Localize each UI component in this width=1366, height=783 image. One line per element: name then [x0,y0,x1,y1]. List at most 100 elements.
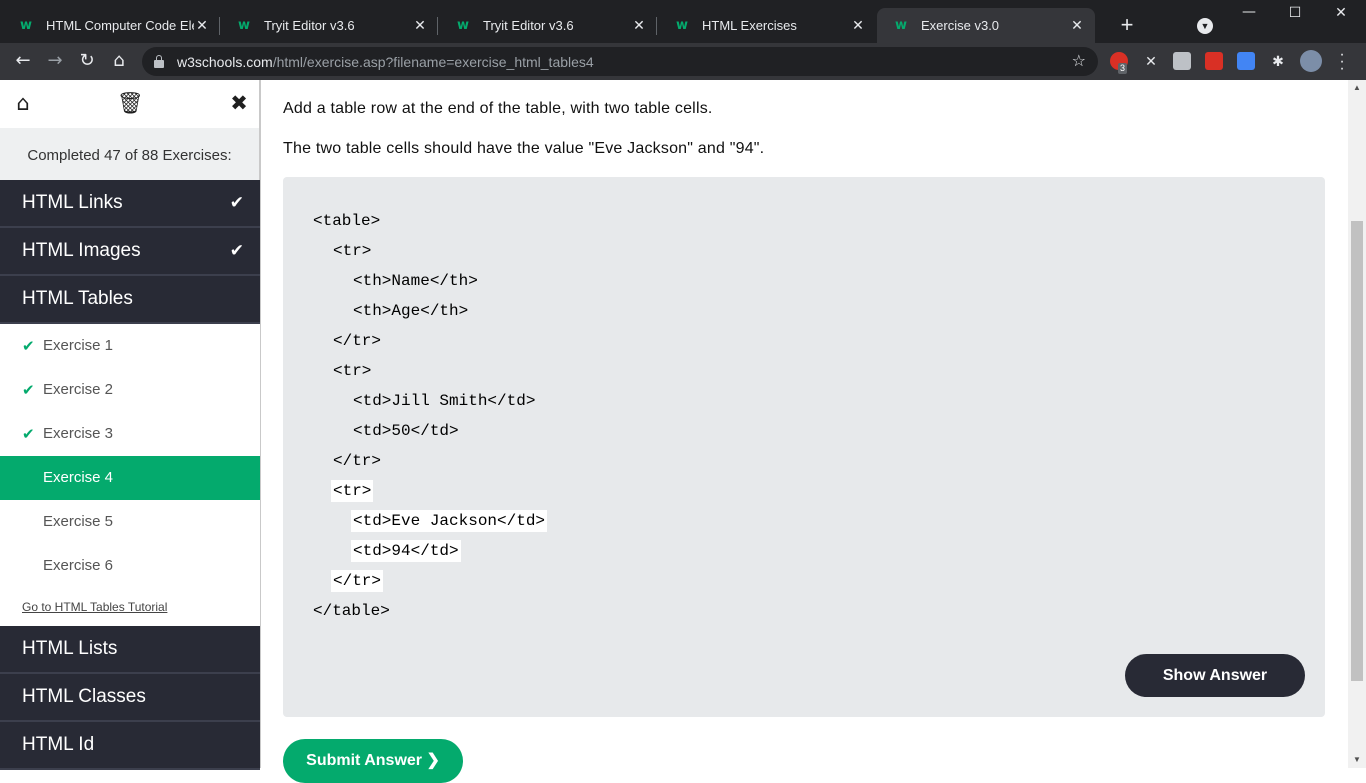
browser-tab[interactable]: w Tryit Editor v3.6 ✕ [220,8,438,43]
close-icon[interactable]: ✕ [850,17,866,34]
code-line: </tr> [333,452,382,470]
category-label: HTML Lists [22,638,118,659]
close-icon[interactable]: ✕ [1069,17,1085,34]
category-label: HTML Classes [22,686,146,707]
exercise-label: Exercise 2 [43,381,114,398]
category-label: HTML Id [22,734,95,755]
lock-icon [154,54,164,68]
browser-tab-strip: w HTML Computer Code Eleme ✕ w Tryit Edi… [0,0,1366,43]
w3schools-icon: w [238,18,251,33]
w3schools-icon: w [20,18,33,33]
scroll-down-icon[interactable]: ▼ [1348,752,1366,768]
checkmark-icon: ✔ [229,241,244,261]
checkmark-icon: ✔ [22,337,35,355]
progress-text: Completed 47 of 88 Exercises: [0,128,260,180]
answer-input-field[interactable]: <td>Eve Jackson</td> [351,510,548,532]
kebab-menu-icon[interactable]: · · · [1335,47,1349,77]
extension-icon[interactable] [1205,52,1223,70]
home-icon[interactable]: ⌂ [107,49,131,73]
close-icon[interactable]: ✕ [631,17,647,34]
browser-tab[interactable]: w Tryit Editor v3.6 ✕ [439,8,657,43]
w3schools-icon: w [676,18,689,33]
code-line: <td>50</td> [353,422,459,440]
code-line: </table> [313,602,390,620]
checkmark-icon: ✔ [22,425,35,443]
new-tab-button[interactable]: + [1116,14,1138,36]
code-line: <th>Name</th> [353,272,478,290]
instruction-text: Add a table row at the end of the table,… [283,100,713,117]
sidebar-category-html-images[interactable]: HTML Images ✔ [0,228,260,276]
trash-icon[interactable]: 🗑 [117,90,144,116]
address-bar[interactable]: w3schools.com/html/exercise.asp?filename… [142,47,1098,76]
back-arrow-icon[interactable]: ← [11,49,35,73]
submit-answer-button[interactable]: Submit Answer ❯ [283,739,463,783]
code-editor-panel: <table> <tr> <th>Name</th> <th>Age</th> … [283,177,1325,717]
exercise-main: Add a table row at the end of the table,… [261,80,1348,783]
sidebar-category-html-classes[interactable]: HTML Classes [0,674,260,722]
maximize-icon[interactable]: ☐ [1285,5,1305,21]
window-close-icon[interactable]: ✕ [1331,5,1351,21]
w3schools-icon: w [457,18,470,33]
exercise-label: Exercise 3 [43,425,114,442]
category-label: HTML Images [22,240,141,261]
show-answer-button[interactable]: Show Answer [1125,654,1305,697]
exercise-item[interactable]: ✔ Exercise 2 [0,368,260,412]
sidebar-category-html-id[interactable]: HTML Id [0,722,260,770]
close-icon[interactable]: ✕ [194,17,210,34]
extension-badge: 3 [1118,63,1128,74]
close-icon[interactable]: ✖ [226,90,252,116]
browser-toolbar: ← → ↻ ⌂ w3schools.com/html/exercise.asp?… [0,43,1366,80]
tab-search-icon[interactable]: ▼ [1197,18,1213,34]
page-scrollbar[interactable]: ▲ ▼ [1348,80,1366,768]
browser-tab-active[interactable]: w Exercise v3.0 ✕ [877,8,1095,43]
code-line: <table> [313,212,381,230]
category-label: HTML Tables [22,288,133,309]
scroll-up-icon[interactable]: ▲ [1348,80,1366,96]
code-line: <td>Jill Smith</td> [353,392,536,410]
tab-title: Exercise v3.0 [921,18,1000,33]
bookmark-star-icon[interactable]: ☆ [1072,51,1086,70]
sidebar-category-html-links[interactable]: HTML Links ✔ [0,180,260,228]
tab-title: HTML Computer Code Eleme [46,18,194,33]
tab-title: HTML Exercises [702,18,797,33]
sidebar-category-html-lists[interactable]: HTML Lists [0,626,260,674]
exercise-label: Exercise 1 [43,337,114,354]
tab-title: Tryit Editor v3.6 [264,18,355,33]
browser-tab[interactable]: w HTML Computer Code Eleme ✕ [2,8,220,43]
mute-extension-icon[interactable]: ✕ [1142,52,1160,70]
puzzle-extensions-icon[interactable]: ✱ [1269,52,1287,70]
checkmark-icon: ✔ [229,193,244,213]
home-icon[interactable]: ⌂ [10,90,36,116]
exercise-sidebar: ⌂ 🗑 ✖ Completed 47 of 88 Exercises: HTML… [0,80,261,770]
avatar[interactable] [1300,50,1322,72]
extension-icon[interactable] [1173,52,1191,70]
answer-input-field[interactable]: <td>94</td> [351,540,461,562]
url-text[interactable]: w3schools.com/html/exercise.asp?filename… [177,54,594,70]
exercise-item[interactable]: ✔ Exercise 1 [0,324,260,368]
code-line: </tr> [333,332,382,350]
code-line: <tr> [333,362,372,380]
extension-icon[interactable] [1237,52,1255,70]
reload-icon[interactable]: ↻ [75,49,99,73]
instruction-text: The two table cells should have the valu… [283,140,765,157]
minimize-icon[interactable]: — [1239,4,1259,20]
browser-tab[interactable]: w HTML Exercises ✕ [658,8,876,43]
exercise-label: Exercise 4 [43,469,114,486]
w3schools-icon: w [895,18,908,33]
forward-arrow-icon[interactable]: → [43,49,67,73]
code-line: <tr> [333,242,372,260]
scrollbar-thumb[interactable] [1351,221,1363,681]
tutorial-link[interactable]: Go to HTML Tables Tutorial [0,588,260,626]
answer-input-field[interactable]: </tr> [331,570,384,592]
exercise-item-active[interactable]: Exercise 4 [0,456,260,500]
exercise-item[interactable]: Exercise 6 [0,544,260,588]
tab-title: Tryit Editor v3.6 [483,18,574,33]
answer-input-field[interactable]: <tr> [331,480,374,502]
exercise-item[interactable]: Exercise 5 [0,500,260,544]
close-icon[interactable]: ✕ [412,17,428,34]
sidebar-toolbar: ⌂ 🗑 ✖ [0,80,260,128]
exercise-label: Exercise 5 [43,513,114,530]
code-line: <th>Age</th> [353,302,469,320]
sidebar-category-html-tables[interactable]: HTML Tables [0,276,260,324]
exercise-item[interactable]: ✔ Exercise 3 [0,412,260,456]
